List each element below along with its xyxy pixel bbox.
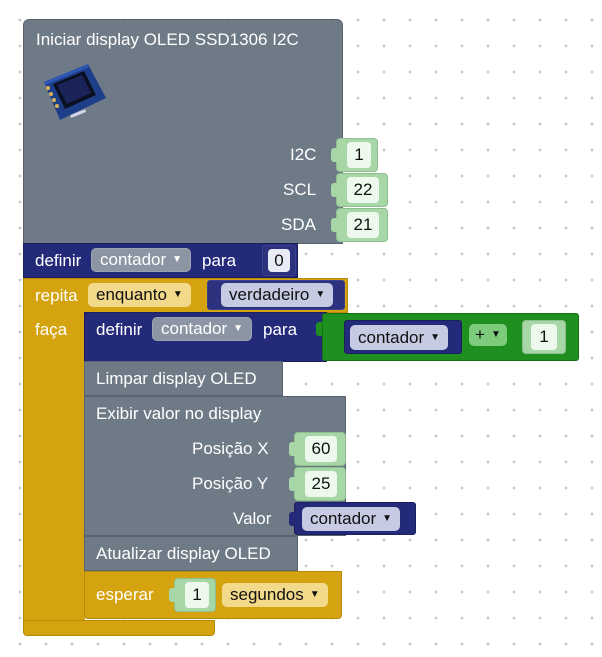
i2c-number-field[interactable]: 1 bbox=[331, 138, 378, 172]
scl-value[interactable]: 22 bbox=[347, 177, 379, 203]
posx-number-field[interactable]: 60 bbox=[289, 432, 346, 466]
inner-set-to-label: para bbox=[263, 320, 298, 339]
inner-set-variable-dropdown[interactable]: contador ▼ bbox=[152, 317, 253, 341]
posy-value[interactable]: 25 bbox=[305, 471, 337, 497]
repeat-mode-dropdown[interactable]: enquanto ▼ bbox=[88, 283, 191, 307]
math-left-operand-dropdown[interactable]: contador ▼ bbox=[350, 325, 449, 350]
chevron-down-icon: ▼ bbox=[172, 289, 183, 300]
scl-label: SCL bbox=[283, 180, 317, 199]
value-variable-dropdown[interactable]: contador ▼ bbox=[302, 507, 401, 531]
value-label: Valor bbox=[233, 509, 272, 528]
sda-number-field[interactable]: 21 bbox=[331, 208, 388, 242]
chevron-down-icon: ▼ bbox=[382, 513, 393, 524]
inner-set-keyword: definir bbox=[96, 320, 143, 339]
update-display-label: Atualizar display OLED bbox=[96, 544, 271, 563]
set-to-label: para bbox=[202, 251, 237, 270]
chevron-down-icon: ▼ bbox=[309, 589, 320, 600]
show-value-title: Exibir valor no display bbox=[96, 404, 262, 423]
posy-number-field[interactable]: 25 bbox=[289, 467, 346, 501]
init-oled-block[interactable] bbox=[23, 19, 343, 244]
set-variable-dropdown[interactable]: contador ▼ bbox=[91, 248, 192, 272]
chevron-down-icon: ▼ bbox=[430, 331, 441, 343]
init-oled-title: Iniciar display OLED SSD1306 I2C bbox=[36, 30, 299, 49]
set-variable-name: contador bbox=[100, 250, 167, 269]
math-operator-value: + bbox=[475, 325, 485, 344]
math-left-operand-value: contador bbox=[358, 327, 425, 347]
i2c-value[interactable]: 1 bbox=[347, 142, 371, 168]
condition-dropdown[interactable]: verdadeiro ▼ bbox=[221, 283, 334, 307]
set-value-socket[interactable]: 0 bbox=[262, 245, 296, 276]
wait-value[interactable]: 1 bbox=[185, 582, 209, 608]
repeat-while-body-arm bbox=[23, 312, 85, 625]
chevron-down-icon: ▼ bbox=[315, 289, 326, 300]
wait-number-field[interactable]: 1 bbox=[169, 578, 216, 612]
math-right-operand-field[interactable]: 1 bbox=[522, 320, 566, 354]
chevron-down-icon: ▼ bbox=[172, 254, 183, 265]
chevron-down-icon: ▼ bbox=[233, 323, 244, 334]
do-keyword: faça bbox=[35, 320, 68, 339]
wait-unit-value: segundos bbox=[230, 585, 304, 604]
chevron-down-icon: ▼ bbox=[490, 329, 501, 340]
posx-value[interactable]: 60 bbox=[305, 436, 337, 462]
clear-display-label: Limpar display OLED bbox=[96, 369, 257, 388]
set-value[interactable]: 0 bbox=[268, 249, 290, 272]
set-keyword: definir bbox=[35, 251, 82, 270]
inner-set-variable-name: contador bbox=[161, 319, 228, 338]
repeat-mode-value: enquanto bbox=[96, 285, 167, 304]
oled-display-image bbox=[44, 64, 106, 120]
i2c-label: I2C bbox=[290, 145, 317, 164]
sda-value[interactable]: 21 bbox=[347, 212, 379, 238]
repeat-while-bottom bbox=[23, 620, 215, 636]
wait-unit-dropdown[interactable]: segundos ▼ bbox=[222, 583, 328, 607]
wait-label: esperar bbox=[96, 585, 154, 604]
sda-label: SDA bbox=[281, 215, 316, 234]
value-variable-name: contador bbox=[310, 509, 377, 528]
repeat-keyword: repita bbox=[35, 286, 78, 305]
condition-value: verdadeiro bbox=[229, 285, 310, 304]
posx-label: Posição X bbox=[192, 439, 269, 458]
posy-label: Posição Y bbox=[192, 474, 269, 493]
math-right-operand-value[interactable]: 1 bbox=[531, 324, 557, 350]
scl-number-field[interactable]: 22 bbox=[331, 173, 388, 207]
math-operator-dropdown[interactable]: + ▼ bbox=[469, 324, 507, 346]
